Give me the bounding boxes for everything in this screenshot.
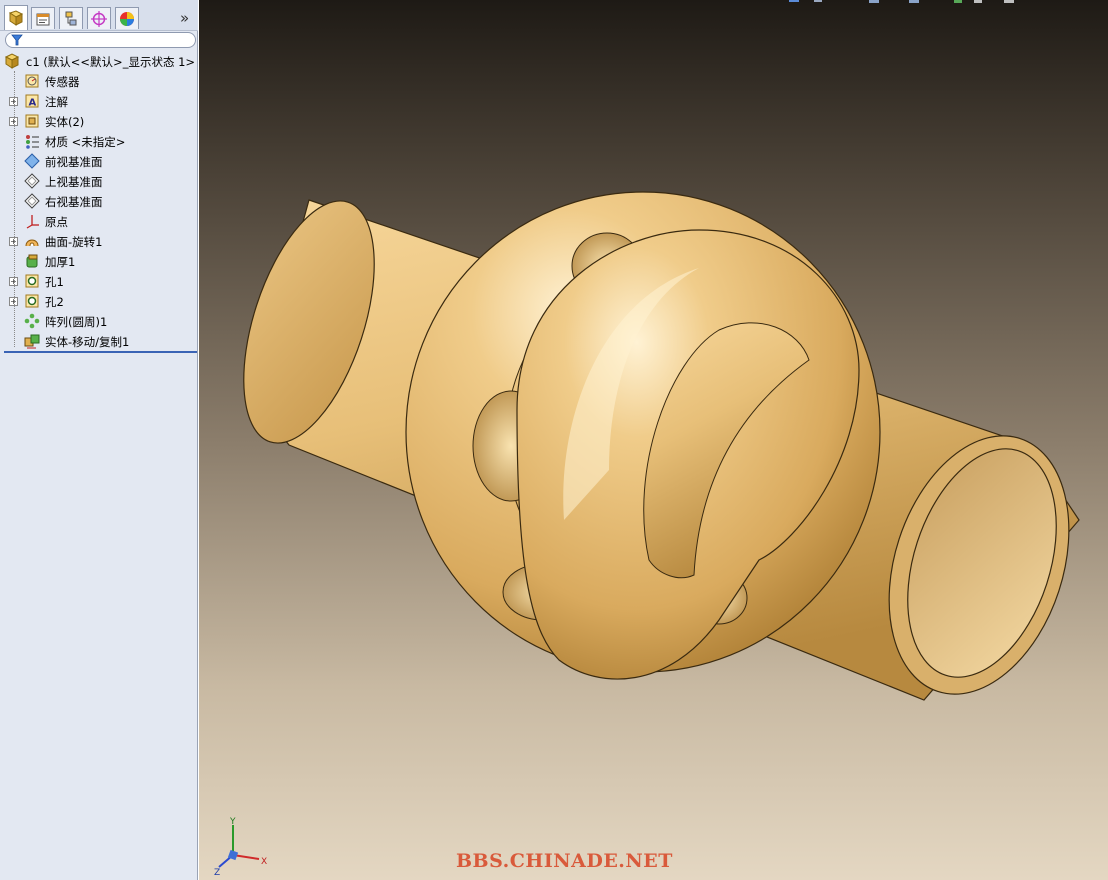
svg-text:A: A xyxy=(29,98,37,109)
tree-item[interactable]: 上视基准面 xyxy=(0,171,198,191)
tree-item[interactable]: 原点 xyxy=(0,211,198,231)
tree-item[interactable]: + 孔2 xyxy=(0,291,198,311)
material-icon xyxy=(26,135,39,149)
tree-item-label: 加厚1 xyxy=(45,255,76,269)
hole-icon xyxy=(25,294,39,308)
display-manager-icon xyxy=(120,11,134,26)
tree-item-label: 传感器 xyxy=(45,75,80,89)
tree-item[interactable]: 右视基准面 xyxy=(0,191,198,211)
dimxpert-icon xyxy=(91,10,107,27)
plane-icon xyxy=(24,193,40,209)
tree-item-label: 曲面-旋转1 xyxy=(45,235,103,249)
dimxpert-manager-tab[interactable] xyxy=(87,7,111,29)
tree-item-label: 注解 xyxy=(45,95,68,109)
watermark: BBS.CHINADE.NET xyxy=(456,850,673,872)
filter-icon xyxy=(11,34,23,46)
triad-z-label: Z xyxy=(214,868,220,877)
configuration-manager-tab[interactable] xyxy=(59,7,83,29)
feature-manager-tab[interactable] xyxy=(4,5,28,30)
annotation-icon: A xyxy=(25,94,39,109)
tree-item-label: 孔2 xyxy=(45,295,64,309)
tree-item-label: 实体(2) xyxy=(45,115,85,129)
configuration-manager-icon xyxy=(65,11,77,25)
triad-x-label: X xyxy=(261,857,267,867)
tree-item[interactable]: 传感器 xyxy=(0,71,198,91)
plane-icon xyxy=(24,153,40,169)
sensor-icon xyxy=(25,74,39,88)
tree-item[interactable]: 材质 <未指定> xyxy=(0,131,198,151)
tree-item[interactable]: + A 注解 xyxy=(0,91,198,111)
tree-item-label: 材质 <未指定> xyxy=(45,135,126,149)
more-tabs-button[interactable]: » xyxy=(180,9,189,27)
tree-item-label: 实体-移动/复制1 xyxy=(45,335,130,349)
plane-icon xyxy=(24,173,40,189)
origin-icon xyxy=(26,215,39,229)
tree-item-label: 上视基准面 xyxy=(45,175,103,189)
tree-item[interactable]: + 孔1 xyxy=(0,271,198,291)
property-manager-tab[interactable] xyxy=(31,7,55,29)
display-manager-tab[interactable] xyxy=(115,7,139,29)
feature-manager-icon xyxy=(8,10,24,26)
move-copy-body-icon xyxy=(24,334,40,349)
thicken-icon xyxy=(26,254,38,268)
tree-item[interactable]: + 实体(2) xyxy=(0,111,198,131)
tree-item[interactable]: 加厚1 xyxy=(0,251,198,271)
triad-y-label: Y xyxy=(229,817,236,827)
view-triad[interactable]: Y X Z xyxy=(211,815,271,877)
hole-icon xyxy=(25,274,39,288)
revolve-surface-icon xyxy=(25,239,39,247)
property-manager-icon xyxy=(36,13,50,25)
3d-model[interactable] xyxy=(199,0,1108,880)
root-part-icon xyxy=(4,53,20,69)
tree-item-label: 右视基准面 xyxy=(45,195,103,209)
tree-item[interactable]: 实体-移动/复制1 xyxy=(0,331,198,351)
feature-manager-panel: » c1 (默认<<默认>_显示状态 1> 传感器 + A 注解 + 实体(2) 材质 <未指… xyxy=(0,0,198,880)
tree-item-label: 原点 xyxy=(45,215,68,229)
tree-item[interactable]: 阵列(圆周)1 xyxy=(0,311,198,331)
rollback-bar[interactable] xyxy=(4,351,197,353)
tree-root-part[interactable]: c1 (默认<<默认>_显示状态 1> xyxy=(0,51,198,71)
tree-filter-input[interactable] xyxy=(5,32,196,48)
circular-pattern-icon xyxy=(24,313,40,329)
tree-item[interactable]: 前视基准面 xyxy=(0,151,198,171)
tree-item-label: 阵列(圆周)1 xyxy=(45,315,108,329)
manager-tab-bar: » xyxy=(0,0,198,31)
tree-item-label: 孔1 xyxy=(45,275,64,289)
solid-bodies-icon xyxy=(25,114,39,128)
tree-item[interactable]: + 曲面-旋转1 xyxy=(0,231,198,251)
graphics-viewport[interactable]: Y X Z BBS.CHINADE.NET xyxy=(199,0,1108,880)
tree-item-label: 前视基准面 xyxy=(45,155,103,169)
tree-guide-line xyxy=(14,71,15,347)
tree-root-label: c1 (默认<<默认>_显示状态 1> xyxy=(26,55,196,69)
